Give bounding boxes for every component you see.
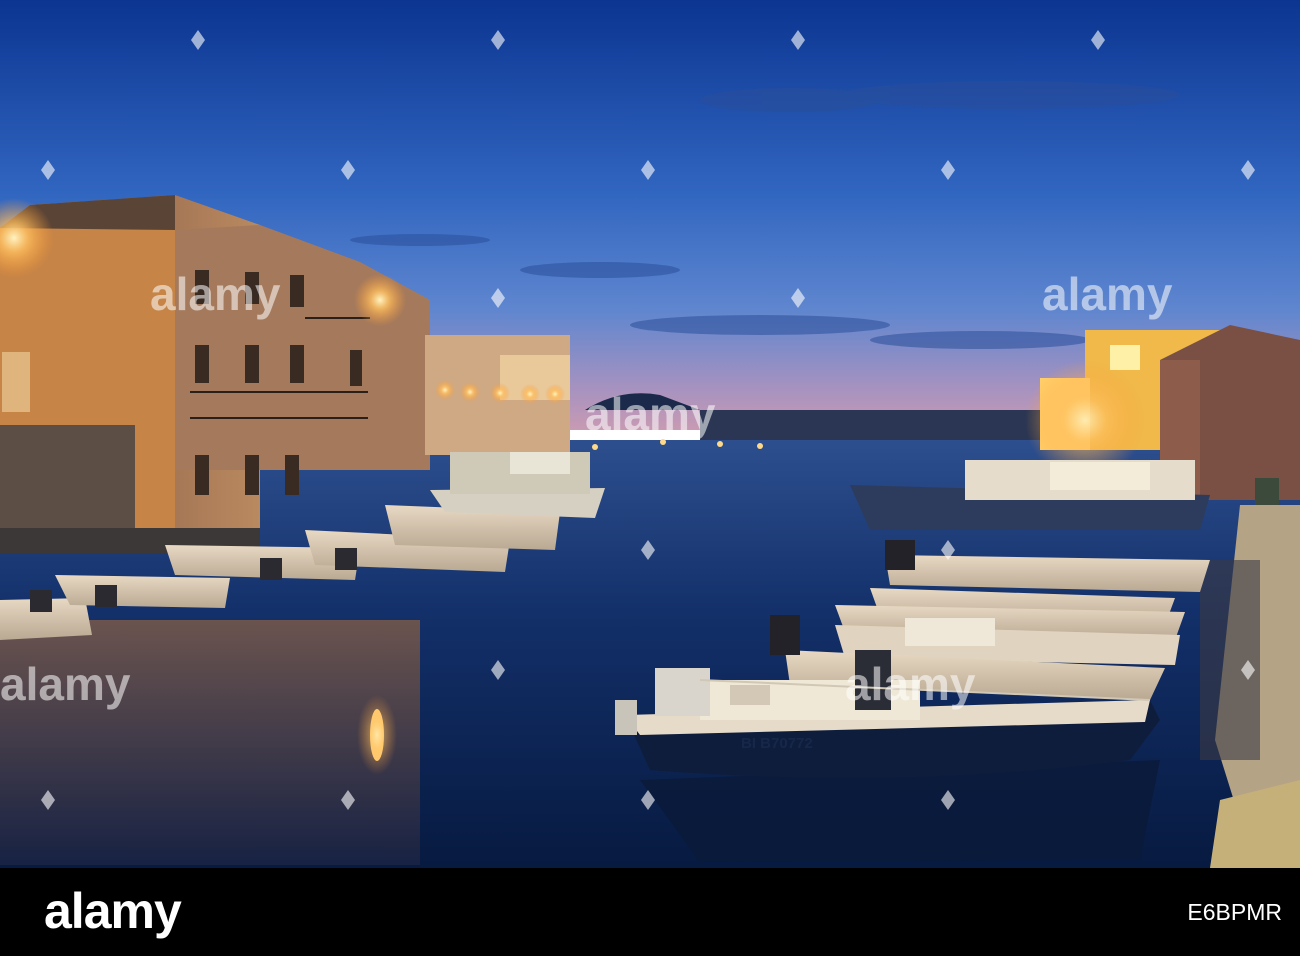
alamy-logo: alamy (44, 883, 182, 939)
boat-registration: BI B70772 (741, 735, 813, 752)
svg-text:alamy: alamy (150, 268, 281, 320)
footer-bar: alamy E6BPMR (0, 868, 1300, 956)
harbor-photo: BI B70772 alamy alamy alamy alamy alamy (0, 0, 1300, 868)
svg-text:alamy: alamy (0, 658, 131, 710)
svg-text:alamy: alamy (845, 658, 976, 710)
svg-text:alamy: alamy (1042, 268, 1173, 320)
image-id: E6BPMR (1187, 899, 1282, 925)
svg-text:alamy: alamy (585, 388, 716, 440)
